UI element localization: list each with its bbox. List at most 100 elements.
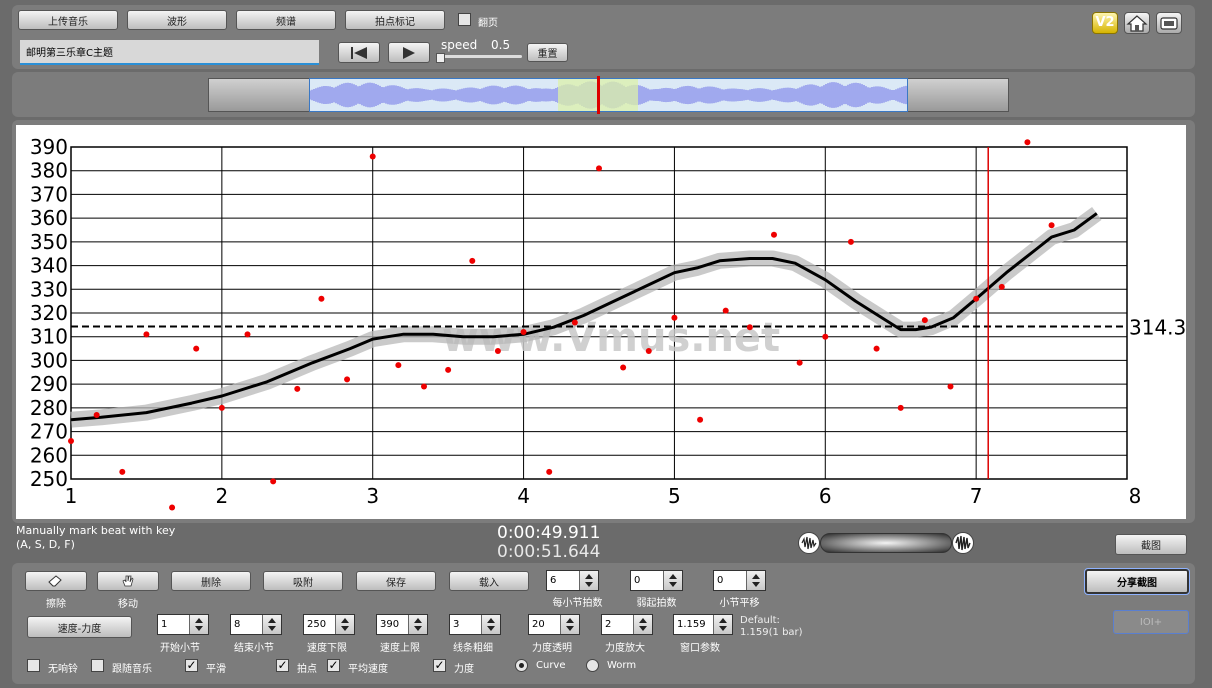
ioi-button[interactable]: IOI+ [1113,610,1189,634]
track-title-field[interactable]: 邮明第三乐章C主题 [20,40,319,65]
upload-music-button[interactable]: 上传音乐 [18,10,118,30]
beats-per-bar-stepper[interactable] [546,570,599,591]
beat-point [445,366,452,373]
dynamics-opacity-label: 力度透明 [532,643,572,654]
v2-icon[interactable]: V2 [1092,12,1118,34]
beat-point [421,383,428,390]
stepper-arrows[interactable] [408,615,427,634]
beat-point [119,468,126,475]
dynamics-checkbox[interactable]: ✓ [433,659,446,672]
window-param-input[interactable] [674,615,712,634]
beat-point [520,328,527,335]
snap-button[interactable]: 吸附 [263,571,343,591]
x-tick-label: 2 [215,484,228,508]
move-label: 移动 [118,599,138,610]
bar-offset-stepper[interactable] [713,570,766,591]
end-bar-stepper[interactable] [230,614,282,635]
volume-slider[interactable] [820,533,952,553]
beats-per-bar-input[interactable] [547,571,578,590]
dynamics-zoom-stepper[interactable] [601,614,653,635]
line-width-label: 线条粗细 [453,643,493,654]
erase-button[interactable] [25,571,87,591]
flip-page-checkbox[interactable] [458,13,471,26]
line-width-input[interactable] [450,615,480,634]
reset-button[interactable]: 重置 [527,43,568,62]
play-button[interactable] [388,42,430,63]
smooth-checkbox[interactable]: ✓ [185,659,198,672]
beat-point [697,416,704,423]
chart-area[interactable]: 250 260 270 280 290 300 310 320 330 340 350 360 370 3… [16,125,1186,519]
start-bar-input[interactable] [158,615,188,634]
tempo-min-input[interactable] [304,615,334,634]
fullscreen-icon[interactable] [1156,12,1182,34]
follow-music-label: 跟随音乐 [112,664,152,675]
share-screenshot-label: 分享截图 [1117,578,1157,589]
tempo-max-input[interactable] [377,615,407,634]
default-line-1: Default: [740,615,780,626]
y-tick-label: 250 [30,467,68,491]
volume-max-icon [952,532,974,554]
stepper-arrows[interactable] [262,615,281,634]
curve-label: Curve [536,660,566,671]
screenshot-button[interactable]: 截图 [1115,534,1187,555]
beat-point [571,319,578,326]
beat-point [873,345,880,352]
follow-music-checkbox[interactable] [91,659,104,672]
load-button[interactable]: 载入 [449,571,529,591]
stepper-arrows[interactable] [560,615,579,634]
dynamics-opacity-input[interactable] [529,615,559,634]
stepper-arrows[interactable] [713,615,732,634]
pickup-beats-input[interactable] [631,571,662,590]
save-button[interactable]: 保存 [356,571,436,591]
stepper-arrows[interactable] [189,615,208,634]
avg-tempo-checkbox[interactable]: ✓ [327,659,340,672]
beat-point [973,295,980,302]
beat-point [596,165,602,172]
tempo-dynamics-button[interactable]: 速度-力度 [27,616,132,638]
y-tick-label: 260 [30,443,68,467]
window-param-stepper[interactable] [673,614,733,635]
tempo-min-stepper[interactable] [303,614,355,635]
dynamics-zoom-input[interactable] [602,615,632,634]
beat-point [770,231,777,238]
y-tick-label: 370 [30,182,68,206]
delete-button[interactable]: 删除 [171,571,251,591]
stepper-arrows[interactable] [335,615,354,634]
stepper-arrows[interactable] [579,571,598,590]
stepper-arrows[interactable] [663,571,682,590]
move-button[interactable] [97,571,159,591]
x-tick-label: 3 [366,484,379,508]
worm-radio[interactable] [586,659,599,672]
pickup-beats-stepper[interactable] [630,570,683,591]
end-bar-input[interactable] [231,615,261,634]
stepper-arrows[interactable] [481,615,500,634]
erase-label: 擦除 [46,599,66,610]
speed-slider-track[interactable] [438,55,522,58]
share-screenshot-button[interactable]: 分享截图 [1084,568,1190,595]
hint-line-1: Manually mark beat with key [16,524,176,537]
rewind-button[interactable] [338,42,380,63]
beat-marking-button[interactable]: 拍点标记 [345,10,445,30]
start-bar-stepper[interactable] [157,614,209,635]
waveform-button[interactable]: 波形 [127,10,227,30]
stepper-arrows[interactable] [633,615,652,634]
home-icon[interactable] [1124,12,1150,34]
waveform-playhead[interactable] [597,76,600,114]
bar-offset-input[interactable] [714,571,745,590]
beat-point [897,404,904,411]
hand-icon [122,575,134,587]
y-tick-label: 270 [30,420,68,444]
bar-offset-label: 小节平移 [719,598,760,609]
tempo-max-stepper[interactable] [376,614,428,635]
pickup-beats-label: 弱起拍数 [636,598,677,609]
line-width-stepper[interactable] [449,614,501,635]
beat-point [494,347,501,354]
speed-slider-handle[interactable] [436,53,445,63]
beat-points-checkbox[interactable]: ✓ [276,659,289,672]
curve-radio[interactable] [515,659,528,672]
spectrum-button[interactable]: 频谱 [236,10,336,30]
stepper-arrows[interactable] [746,571,765,590]
no-bells-checkbox[interactable] [27,659,40,672]
dynamics-opacity-stepper[interactable] [528,614,580,635]
y-tick-label: 390 [30,135,68,159]
